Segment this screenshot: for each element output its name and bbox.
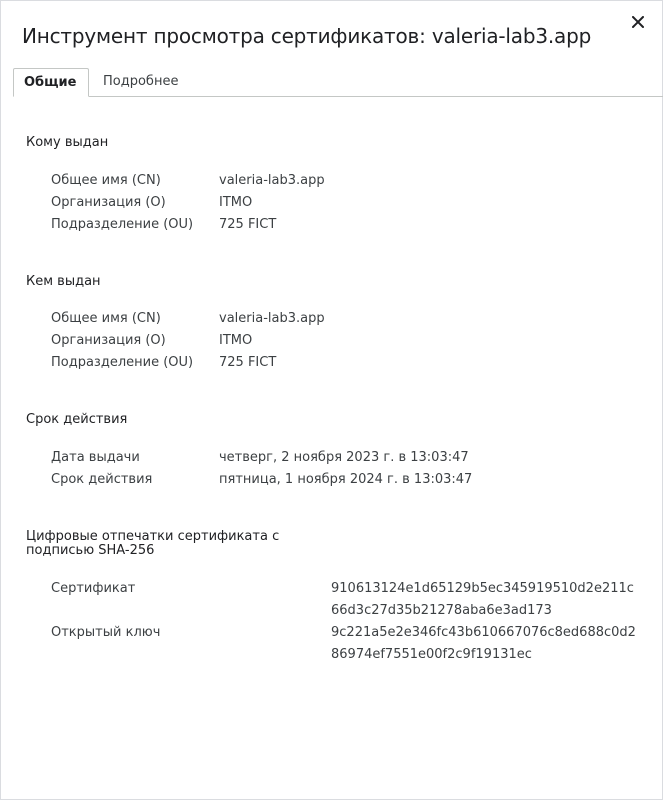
cert-fingerprint-label: Сертификат	[51, 581, 136, 596]
issued-to-ou-value: 725 FICT	[219, 217, 277, 232]
issued-to-o-value: ITMO	[219, 195, 253, 210]
issued-by-heading: Кем выдан	[26, 274, 101, 289]
key-fingerprint-value: 9c221a5e2e346fc43b610667076c8ed688c0d286…	[331, 625, 636, 662]
expiry-date-value: пятница, 1 ноября 2024 г. в 13:03:47	[219, 472, 473, 487]
issued-to-cn-label: Общее имя (CN)	[51, 173, 161, 188]
issued-to-heading: Кому выдан	[26, 135, 109, 150]
tab-general[interactable]: Общие	[13, 68, 89, 97]
cert-fingerprint-value: 910613124e1d65129b5ec345919510d2e211c66d…	[331, 581, 634, 618]
issued-by-cn-label: Общее имя (CN)	[51, 311, 161, 326]
certificate-viewer-dialog: Инструмент просмотра сертификатов: valer…	[0, 0, 663, 800]
issued-by-ou-label: Подразделение (OU)	[51, 355, 194, 370]
issued-date-value: четверг, 2 ноября 2023 г. в 13:03:47	[219, 450, 469, 465]
issued-date-label: Дата выдачи	[51, 450, 140, 465]
issued-to-ou-label: Подразделение (OU)	[51, 217, 194, 232]
expiry-date-label: Срок действия	[51, 472, 153, 487]
dialog-title: Инструмент просмотра сертификатов: valer…	[22, 24, 592, 48]
issued-to-o-label: Организация (O)	[51, 195, 166, 210]
close-icon	[632, 16, 644, 28]
validity-heading: Срок действия	[26, 412, 128, 427]
issued-by-o-label: Организация (O)	[51, 333, 166, 348]
issued-by-cn-value: valeria-lab3.app	[219, 311, 325, 326]
close-button[interactable]	[626, 10, 650, 34]
issued-by-o-value: ITMO	[219, 333, 253, 348]
issued-to-cn-value: valeria-lab3.app	[219, 173, 325, 188]
key-fingerprint-label: Открытый ключ	[51, 625, 161, 640]
tab-details[interactable]: Подробнее	[93, 68, 188, 96]
issued-by-ou-value: 725 FICT	[219, 355, 277, 370]
fingerprints-heading-line2: подписью SHA-256	[26, 543, 155, 558]
tab-bar: Общие Подробнее	[13, 68, 663, 97]
